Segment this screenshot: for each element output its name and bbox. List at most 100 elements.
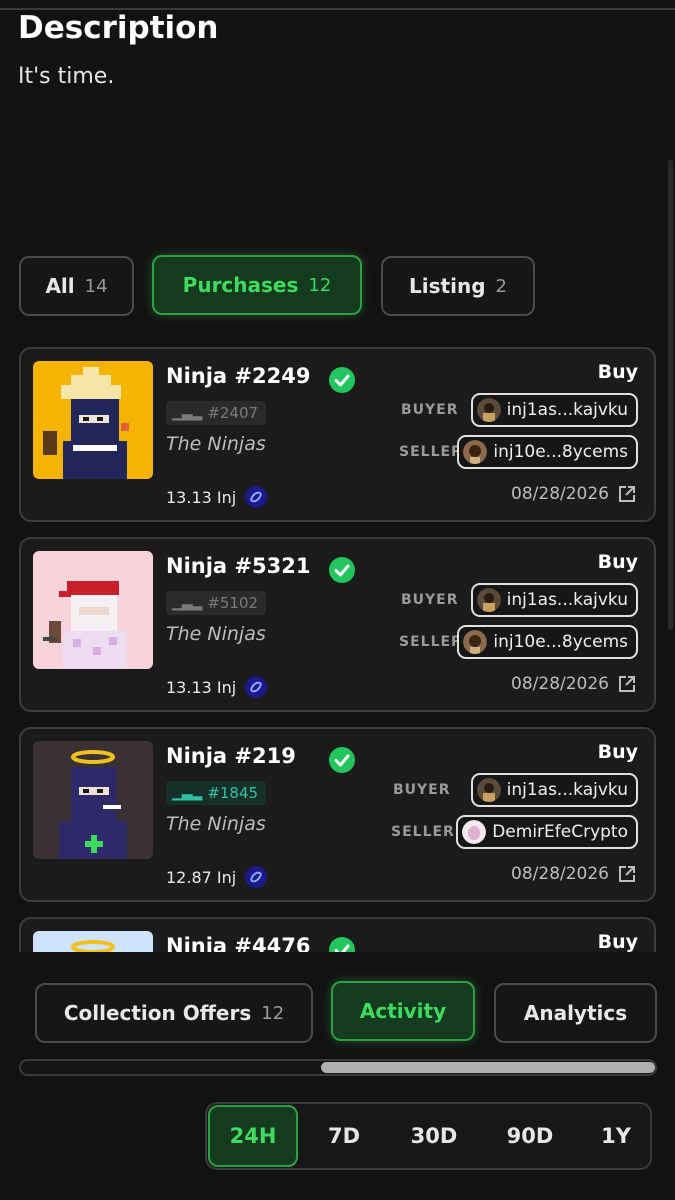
tab-activity[interactable]: Activity (331, 981, 475, 1041)
activity-card[interactable]: Ninja #4476 Buy (19, 917, 656, 952)
tab-collection-offers[interactable]: Collection Offers 12 (35, 983, 313, 1043)
seller-address-chip[interactable]: DemirEfeCrypto (456, 815, 638, 849)
price-value: 12.87 Inj (166, 867, 237, 887)
tab-label: Analytics (523, 1001, 628, 1025)
avatar (463, 440, 488, 464)
filter-count: 14 (84, 275, 108, 297)
tab-label: Collection Offers (63, 1001, 252, 1025)
buyer-label: BUYER (401, 592, 459, 608)
seller-label: SELLER (399, 444, 463, 460)
external-link-icon[interactable] (618, 865, 636, 883)
period-24h[interactable]: 24H (208, 1105, 298, 1167)
horizontal-scrollbar[interactable] (19, 1059, 657, 1076)
bar-chart-icon: ▁▃▂ (172, 405, 202, 421)
seller-address-chip[interactable]: inj10e...8ycems (457, 435, 638, 469)
filter-all[interactable]: All 14 (19, 256, 134, 316)
nft-name[interactable]: Ninja #219 (166, 744, 296, 768)
seller-label: SELLER (399, 634, 463, 650)
avatar (476, 778, 501, 802)
filter-purchases[interactable]: Purchases 12 (152, 255, 362, 315)
avatar (463, 630, 488, 654)
buyer-label: BUYER (401, 402, 459, 418)
period-selector: 24H 7D 30D 90D 1Y (205, 1102, 652, 1170)
buyer-address-chip[interactable]: inj1as...kajvku (470, 393, 638, 427)
seller-address: inj10e...8ycems (493, 442, 628, 462)
price: 12.87 Inj (166, 865, 268, 889)
seller-address: DemirEfeCrypto (492, 822, 628, 842)
bar-chart-icon: ▁▃▂ (172, 595, 202, 611)
price-value: 13.13 Inj (166, 487, 237, 507)
seller-address-chip[interactable]: inj10e...8ycems (457, 625, 638, 659)
period-30d[interactable]: 30D (391, 1104, 477, 1168)
avatar (476, 588, 501, 612)
nft-thumbnail[interactable] (33, 361, 153, 479)
period-90d[interactable]: 90D (487, 1104, 573, 1168)
activity-date[interactable]: 08/28/2026 (511, 864, 636, 884)
tab-count: 12 (261, 1002, 285, 1024)
period-7d[interactable]: 7D (309, 1104, 379, 1168)
collection-name[interactable]: The Ninjas (166, 433, 266, 455)
activity-card[interactable]: Ninja #5321 ▁▃▂ #5102 The Ninjas 13.13 I… (19, 537, 656, 712)
date-value: 08/28/2026 (511, 674, 609, 694)
activity-list[interactable]: Ninja #2249 ▁▃▂ #2407 The Ninjas 13.13 I… (0, 340, 675, 952)
collection-name[interactable]: The Ninjas (166, 813, 266, 835)
activity-card[interactable]: Ninja #219 ▁▃▂ #1845 The Ninjas 12.87 In… (19, 727, 656, 902)
buyer-address: inj1as...kajvku (506, 780, 628, 800)
price: 13.13 Inj (166, 485, 268, 509)
filter-label: Purchases (182, 273, 299, 297)
filter-listing[interactable]: Listing 2 (381, 256, 535, 316)
bar-chart-icon: ▁▃▂ (172, 785, 202, 801)
seller-label: SELLER (391, 824, 455, 840)
avatar (476, 398, 501, 422)
nft-thumbnail[interactable] (33, 551, 153, 669)
rank-value: #1845 (207, 784, 259, 802)
date-value: 08/28/2026 (511, 864, 609, 884)
filter-label: All (45, 274, 75, 298)
rarity-rank: ▁▃▂ #1845 (166, 781, 267, 805)
rarity-rank: ▁▃▂ #2407 (166, 401, 267, 425)
injective-logo-icon (245, 676, 268, 698)
rank-value: #5102 (207, 594, 259, 612)
description-text: It's time. (18, 64, 115, 89)
rarity-rank: ▁▃▂ #5102 (166, 591, 267, 615)
seller-address: inj10e...8ycems (493, 632, 628, 652)
external-link-icon[interactable] (618, 485, 636, 503)
period-1y[interactable]: 1Y (581, 1104, 651, 1168)
buyer-address: inj1as...kajvku (506, 400, 628, 420)
nft-thumbnail[interactable] (33, 931, 153, 952)
activity-type: Buy (597, 551, 638, 573)
buyer-address: inj1as...kajvku (506, 590, 628, 610)
tab-label: Activity (359, 999, 447, 1023)
verified-badge-icon (329, 367, 355, 393)
activity-type: Buy (597, 741, 638, 763)
verified-badge-icon (329, 937, 355, 952)
date-value: 08/28/2026 (511, 484, 609, 504)
description-title: Description (18, 10, 219, 46)
tab-analytics[interactable]: Analytics (494, 983, 657, 1043)
nft-name[interactable]: Ninja #5321 (166, 554, 310, 578)
filter-count: 2 (495, 275, 507, 297)
nft-name[interactable]: Ninja #4476 (166, 934, 310, 952)
verified-badge-icon (329, 747, 355, 773)
filter-count: 12 (308, 274, 332, 296)
verified-badge-icon (329, 557, 355, 583)
nft-thumbnail[interactable] (33, 741, 153, 859)
activity-date[interactable]: 08/28/2026 (511, 484, 636, 504)
buyer-address-chip[interactable]: inj1as...kajvku (470, 583, 638, 617)
external-link-icon[interactable] (618, 675, 636, 693)
collection-name[interactable]: The Ninjas (166, 623, 266, 645)
price-value: 13.13 Inj (166, 677, 237, 697)
activity-date[interactable]: 08/28/2026 (511, 674, 636, 694)
price: 13.13 Inj (166, 675, 268, 699)
activity-type: Buy (597, 361, 638, 383)
filter-label: Listing (409, 274, 486, 298)
injective-logo-icon (245, 486, 268, 508)
nft-name[interactable]: Ninja #2249 (166, 364, 310, 388)
injective-logo-icon (245, 866, 268, 888)
buyer-label: BUYER (393, 782, 451, 798)
buyer-address-chip[interactable]: inj1as...kajvku (470, 773, 638, 807)
scrollbar-thumb[interactable] (321, 1062, 655, 1073)
avatar (462, 820, 487, 844)
activity-card[interactable]: Ninja #2249 ▁▃▂ #2407 The Ninjas 13.13 I… (19, 347, 656, 522)
rank-value: #2407 (207, 404, 259, 422)
